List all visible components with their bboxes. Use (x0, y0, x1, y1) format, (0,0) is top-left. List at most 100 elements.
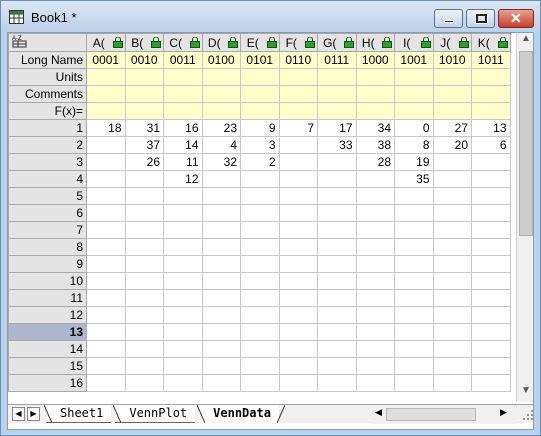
data-cell[interactable] (471, 187, 511, 205)
minimize-button[interactable] (434, 9, 463, 28)
data-cell[interactable] (240, 306, 280, 324)
data-cell[interactable]: 34 (355, 119, 395, 137)
data-cell[interactable] (240, 340, 280, 358)
data-cell[interactable]: 23 (201, 119, 241, 137)
scroll-up-icon[interactable]: ▲ (517, 33, 533, 50)
data-cell[interactable] (240, 187, 280, 205)
data-cell[interactable] (86, 306, 126, 324)
data-cell[interactable] (278, 323, 318, 341)
row-header[interactable]: 8 (8, 238, 87, 256)
data-cell[interactable] (394, 289, 434, 307)
data-cell[interactable]: 13 (471, 119, 511, 137)
data-cell[interactable] (86, 221, 126, 239)
data-cell[interactable] (278, 238, 318, 256)
data-cell[interactable] (471, 272, 511, 290)
row-header[interactable]: 13 (8, 323, 87, 341)
data-cell[interactable]: 14 (163, 136, 203, 154)
data-cell[interactable] (163, 323, 203, 341)
long-name-cell[interactable]: 0111 (317, 51, 357, 69)
data-cell[interactable] (355, 170, 395, 188)
data-cell[interactable] (471, 170, 511, 188)
data-cell[interactable] (240, 255, 280, 273)
data-cell[interactable] (394, 272, 434, 290)
data-cell[interactable]: 0 (394, 119, 434, 137)
vertical-scroll-thumb[interactable] (519, 51, 533, 236)
long-name-cell[interactable]: 0001 (86, 51, 126, 69)
data-cell[interactable] (355, 187, 395, 205)
data-cell[interactable] (240, 272, 280, 290)
data-cell[interactable] (394, 357, 434, 375)
column-header[interactable]: D( (201, 33, 241, 52)
data-cell[interactable] (201, 204, 241, 222)
meta-cell[interactable] (124, 85, 164, 103)
data-cell[interactable] (86, 255, 126, 273)
data-cell[interactable] (432, 272, 472, 290)
data-cell[interactable] (355, 289, 395, 307)
data-cell[interactable] (317, 238, 357, 256)
meta-cell[interactable] (201, 68, 241, 86)
data-cell[interactable] (317, 306, 357, 324)
data-cell[interactable] (124, 374, 164, 392)
data-cell[interactable] (278, 204, 318, 222)
data-cell[interactable] (432, 374, 472, 392)
data-cell[interactable] (394, 374, 434, 392)
title-bar[interactable]: Book1 * ✕ (1, 1, 540, 32)
data-cell[interactable] (317, 153, 357, 171)
data-cell[interactable] (124, 187, 164, 205)
data-cell[interactable] (124, 204, 164, 222)
row-header[interactable]: 3 (8, 153, 87, 171)
data-cell[interactable] (355, 238, 395, 256)
row-header[interactable]: 16 (8, 374, 87, 392)
data-cell[interactable] (278, 272, 318, 290)
data-cell[interactable]: 2 (240, 153, 280, 171)
data-cell[interactable] (86, 170, 126, 188)
data-cell[interactable] (201, 374, 241, 392)
data-cell[interactable]: 19 (394, 153, 434, 171)
data-cell[interactable] (86, 323, 126, 341)
data-cell[interactable]: 4 (201, 136, 241, 154)
data-cell[interactable] (124, 340, 164, 358)
meta-cell[interactable] (394, 85, 434, 103)
column-header[interactable]: H( (355, 33, 395, 52)
data-cell[interactable] (240, 323, 280, 341)
data-cell[interactable] (124, 170, 164, 188)
data-cell[interactable] (432, 204, 472, 222)
meta-cell[interactable] (317, 68, 357, 86)
long-name-cell[interactable]: 0011 (163, 51, 203, 69)
data-cell[interactable]: 35 (394, 170, 434, 188)
data-cell[interactable] (317, 323, 357, 341)
meta-cell[interactable] (201, 102, 241, 120)
data-cell[interactable] (432, 187, 472, 205)
data-cell[interactable] (471, 340, 511, 358)
data-cell[interactable] (471, 255, 511, 273)
meta-cell[interactable] (394, 68, 434, 86)
data-cell[interactable] (317, 204, 357, 222)
data-cell[interactable] (240, 357, 280, 375)
meta-row-label[interactable]: Units (8, 68, 87, 86)
data-cell[interactable] (394, 306, 434, 324)
column-header[interactable]: F( (278, 33, 318, 52)
data-cell[interactable] (86, 357, 126, 375)
meta-cell[interactable] (317, 85, 357, 103)
data-cell[interactable] (317, 272, 357, 290)
data-cell[interactable]: 32 (201, 153, 241, 171)
data-cell[interactable] (432, 323, 472, 341)
meta-cell[interactable] (124, 68, 164, 86)
data-cell[interactable] (163, 187, 203, 205)
data-cell[interactable]: 7 (278, 119, 318, 137)
data-cell[interactable] (240, 170, 280, 188)
resize-grip-icon[interactable] (519, 406, 534, 422)
column-header[interactable]: I( (394, 33, 434, 52)
data-cell[interactable] (278, 187, 318, 205)
row-header[interactable]: 10 (8, 272, 87, 290)
data-cell[interactable] (124, 238, 164, 256)
column-header[interactable]: C( (163, 33, 203, 52)
data-cell[interactable]: 33 (317, 136, 357, 154)
data-cell[interactable] (278, 340, 318, 358)
data-cell[interactable] (278, 255, 318, 273)
data-cell[interactable] (394, 204, 434, 222)
data-cell[interactable]: 12 (163, 170, 203, 188)
meta-cell[interactable] (432, 85, 472, 103)
data-cell[interactable] (240, 374, 280, 392)
data-cell[interactable] (163, 221, 203, 239)
